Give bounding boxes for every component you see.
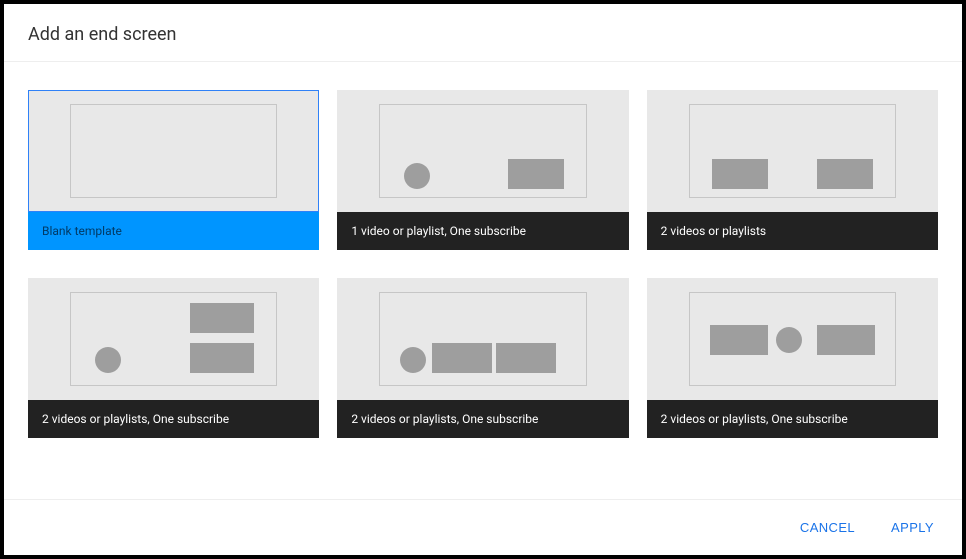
end-screen-dialog: Add an end screen Blank template 1 video …	[4, 4, 962, 555]
apply-button[interactable]: APPLY	[887, 514, 938, 541]
preview-frame	[70, 104, 277, 198]
video-rect-icon	[496, 343, 556, 373]
video-rect-icon	[710, 325, 768, 355]
template-label: Blank template	[28, 212, 319, 250]
video-rect-icon	[817, 325, 875, 355]
cancel-button[interactable]: CANCEL	[796, 514, 859, 541]
video-rect-icon	[712, 159, 768, 189]
subscribe-icon	[404, 163, 430, 189]
template-card[interactable]: 2 videos or playlists, One subscribe	[337, 278, 628, 438]
template-grid: Blank template 1 video or playlist, One s…	[28, 90, 938, 438]
preview-frame	[379, 292, 586, 386]
template-label: 1 video or playlist, One subscribe	[337, 212, 628, 250]
subscribe-icon	[95, 347, 121, 373]
subscribe-icon	[776, 327, 802, 353]
preview-frame	[689, 104, 896, 198]
dialog-body: Blank template 1 video or playlist, One s…	[4, 62, 962, 499]
template-preview	[28, 278, 319, 400]
preview-frame	[379, 104, 586, 198]
dialog-title: Add an end screen	[28, 24, 938, 45]
template-preview	[28, 90, 319, 212]
dialog-header: Add an end screen	[4, 4, 962, 62]
template-preview	[337, 278, 628, 400]
preview-frame	[689, 292, 896, 386]
template-card[interactable]: 2 videos or playlists, One subscribe	[647, 278, 938, 438]
video-rect-icon	[190, 303, 254, 333]
template-preview	[337, 90, 628, 212]
video-rect-icon	[508, 159, 564, 189]
template-preview	[647, 90, 938, 212]
template-label: 2 videos or playlists, One subscribe	[337, 400, 628, 438]
template-label: 2 videos or playlists, One subscribe	[647, 400, 938, 438]
video-rect-icon	[190, 343, 254, 373]
template-label: 2 videos or playlists	[647, 212, 938, 250]
template-card[interactable]: 2 videos or playlists, One subscribe	[28, 278, 319, 438]
template-preview	[647, 278, 938, 400]
template-card[interactable]: 2 videos or playlists	[647, 90, 938, 250]
template-card[interactable]: Blank template	[28, 90, 319, 250]
template-card[interactable]: 1 video or playlist, One subscribe	[337, 90, 628, 250]
dialog-footer: CANCEL APPLY	[4, 499, 962, 555]
subscribe-icon	[400, 347, 426, 373]
video-rect-icon	[432, 343, 492, 373]
preview-frame	[70, 292, 277, 386]
video-rect-icon	[817, 159, 873, 189]
template-label: 2 videos or playlists, One subscribe	[28, 400, 319, 438]
